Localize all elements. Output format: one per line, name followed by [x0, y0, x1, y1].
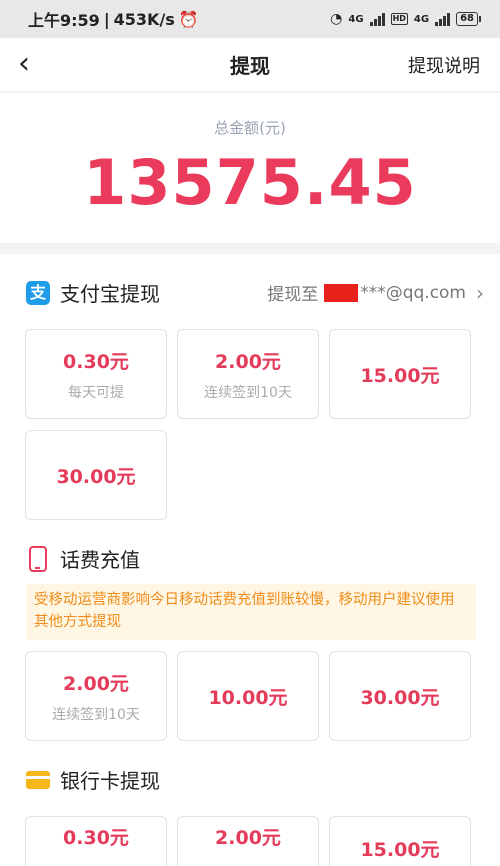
bank-card-icon — [26, 770, 50, 789]
page-title: 提现 — [230, 54, 270, 78]
network-type-2: 4G — [413, 13, 430, 25]
status-left: 上午9:59 | 453K/s ⏰ — [28, 7, 199, 31]
option-card[interactable]: 10.00元 — [177, 651, 319, 741]
option-card[interactable]: 2.00元 — [177, 816, 319, 866]
phone-notice: 受移动运营商影响今日移动话费充值到账较慢，移动用户建议使用其他方式提现 — [26, 584, 476, 640]
status-time: 上午9:59 — [28, 11, 100, 30]
phone-icon — [29, 545, 47, 572]
option-card[interactable]: 30.00元 — [25, 430, 167, 520]
alarm-icon: ⏰ — [178, 9, 199, 29]
withdraw-help-link[interactable]: 提现说明 — [408, 52, 480, 78]
balance-panel: 总金额(元) 13575.45 — [0, 93, 500, 243]
battery-icon: 68 — [456, 12, 481, 26]
balance-label: 总金额(元) — [214, 119, 286, 137]
signal-icon-2 — [435, 12, 451, 26]
status-right: ◔ 4G HD 4G 68 — [330, 11, 481, 27]
option-card[interactable]: 0.30元 — [25, 816, 167, 866]
balance-amount: 13575.45 — [83, 146, 417, 219]
bank-title: 银行卡提现 — [60, 769, 160, 793]
back-icon[interactable]: ‹ — [18, 48, 48, 82]
status-bar: 上午9:59 | 453K/s ⏰ ◔ 4G HD 4G 68 — [0, 0, 500, 38]
phone-section-header: 话费充值 — [26, 544, 484, 573]
bank-section-header: 银行卡提现 — [26, 765, 484, 794]
option-card[interactable]: 30.00元 — [329, 651, 471, 741]
alipay-destination[interactable]: 提现至 ***@qq.com › — [267, 280, 484, 306]
option-card[interactable]: 2.00元 连续签到10天 — [25, 651, 167, 741]
option-card[interactable]: 2.00元 连续签到10天 — [177, 329, 319, 419]
alipay-account: ***@qq.com — [360, 282, 466, 303]
option-card[interactable]: 15.00元 — [329, 329, 471, 419]
alipay-icon: 支 — [26, 280, 50, 305]
chevron-right-icon: › — [476, 280, 484, 305]
option-card[interactable]: 15.00元 — [329, 816, 471, 866]
option-card[interactable]: 0.30元 每天可提 — [25, 329, 167, 419]
phone-title: 话费充值 — [60, 548, 140, 572]
signal-icon — [369, 12, 385, 26]
nav-bar: ‹ 提现 提现说明 — [0, 38, 500, 92]
status-speed: 453K/s — [113, 9, 175, 29]
wifi-icon: ◔ — [330, 11, 343, 27]
alipay-section-header[interactable]: 支 支付宝提现 提现至 ***@qq.com › — [26, 278, 484, 307]
network-type-1: 4G — [348, 13, 364, 25]
redacted-mask — [324, 283, 359, 302]
alipay-title: 支付宝提现 — [60, 282, 160, 306]
hd-badge: HD — [390, 13, 408, 25]
